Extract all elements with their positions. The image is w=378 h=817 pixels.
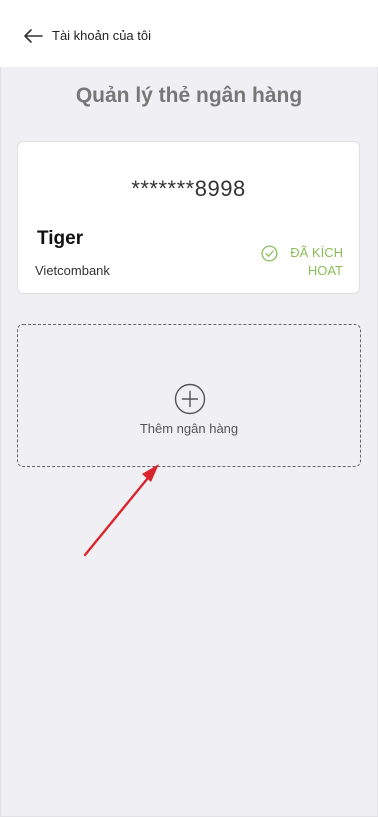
- back-button[interactable]: [22, 25, 44, 47]
- add-bank-label: Thêm ngân hàng: [139, 421, 239, 436]
- card-number: *******8998: [131, 176, 246, 201]
- plus-circle-icon: [174, 383, 206, 415]
- page-title: Quản lý thẻ ngân hàng: [75, 84, 303, 107]
- add-bank-button[interactable]: Thêm ngân hàng: [17, 324, 361, 467]
- bank-card[interactable]: *******8998 Tiger Vietcombank ĐÃ KÍCH HO…: [17, 141, 360, 294]
- check-circle-icon: [261, 245, 278, 262]
- annotation-arrow: [83, 464, 159, 557]
- top-bar: Tài khoản của tôi: [0, 0, 378, 67]
- card-bank-name: Vietcombank: [35, 263, 110, 278]
- header-title: Tài khoản của tôi: [52, 28, 152, 43]
- card-status-badge: ĐÃ KÍCH HOAT: [253, 244, 343, 280]
- status-text-line2: HOAT: [307, 263, 343, 278]
- back-arrow-icon: [24, 29, 43, 43]
- card-holder-name: Tiger: [37, 228, 84, 249]
